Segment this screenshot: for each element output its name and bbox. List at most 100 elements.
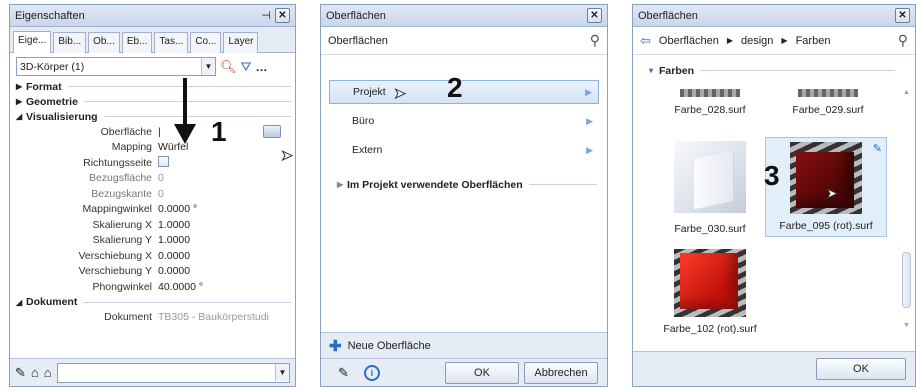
info-icon[interactable]: i <box>363 364 380 381</box>
nav-item-label: Projekt <box>353 86 386 98</box>
surfaces-root-heading: Oberflächen <box>328 34 388 47</box>
prop-value[interactable]: 0.0000 <box>158 265 295 277</box>
nav-item-buero[interactable]: Büro ▶ <box>329 109 599 133</box>
tab-connect[interactable]: Co... <box>190 32 222 53</box>
tab-tasks[interactable]: Tas... <box>154 32 189 53</box>
surface-tile[interactable]: Farbe_030.surf <box>655 141 765 235</box>
save-favorite-icon[interactable]: ⌂ <box>44 365 52 380</box>
properties-title: Eigenschaften <box>15 9 85 22</box>
surfaces-root-header: Oberflächen ⚲ <box>321 27 607 55</box>
scrollbar[interactable]: ▲ ▼ <box>902 89 911 339</box>
annotation-number-1: 1 <box>211 116 227 147</box>
prop-value[interactable]: 0.0000 ° <box>158 203 295 215</box>
breadcrumb-item[interactable]: Farben <box>796 35 890 47</box>
surface-tile[interactable]: Farbe_029.surf <box>773 89 883 116</box>
chevron-right-icon: ▶ <box>586 144 593 155</box>
expand-icon: ▶ <box>16 82 23 91</box>
section-geometrie[interactable]: ▶ Geometrie <box>10 94 295 109</box>
tab-ebenen[interactable]: Eb... <box>121 32 153 53</box>
section-used-surfaces-label: Im Projekt verwendete Oberflächen <box>347 178 523 191</box>
prop-label: Bezugsfläche <box>88 172 152 185</box>
surface-picker-button[interactable] <box>263 125 281 139</box>
search-icon[interactable]: ⚲ <box>898 32 908 49</box>
prop-value[interactable]: 1.0000 <box>158 234 295 246</box>
prop-row-richtungsseite[interactable]: Richtungsseite <box>10 155 295 171</box>
breadcrumb-item[interactable]: Oberflächen <box>659 35 719 47</box>
prop-row-mappingwinkel[interactable]: Mappingwinkel 0.0000 ° <box>10 202 295 218</box>
chevron-down-icon[interactable]: ▼ <box>275 364 289 381</box>
prop-value[interactable]: 40.0000 ° <box>158 281 295 293</box>
scrollbar-thumb[interactable] <box>902 252 911 308</box>
chevron-right-icon: ▶ <box>585 86 592 97</box>
plus-icon: ✚ <box>329 337 342 355</box>
prop-row-verschiebung-y[interactable]: Verschiebung Y 0.0000 <box>10 264 295 280</box>
cancel-button[interactable]: Abbrechen <box>524 361 598 384</box>
close-icon[interactable]: ✕ <box>895 8 910 23</box>
richtungsseite-checkbox[interactable] <box>158 155 169 167</box>
edit-pencil-icon[interactable]: ✎ <box>873 142 882 155</box>
load-favorite-icon[interactable]: ⌂ <box>31 365 39 380</box>
prop-row-mapping[interactable]: Mapping Würfel <box>10 140 295 156</box>
surfaces-root-title: Oberflächen <box>326 9 386 22</box>
prop-row-dokument[interactable]: Dokument TB305 - Baukörperstudi <box>10 310 295 326</box>
new-surface-bar[interactable]: ✚ Neue Oberfläche <box>321 332 607 358</box>
group-farben[interactable]: ▾ Farben <box>643 63 899 78</box>
surface-tile[interactable]: Farbe_028.surf <box>655 89 765 116</box>
prop-row-verschiebung-x[interactable]: Verschiebung X 0.0000 <box>10 248 295 264</box>
surface-tile[interactable]: Farbe_102 (rot).surf <box>655 249 765 335</box>
prop-row-phongwinkel[interactable]: Phongwinkel 40.0000 ° <box>10 279 295 295</box>
close-icon[interactable]: ✕ <box>587 8 602 23</box>
prop-row-skalierung-x[interactable]: Skalierung X 1.0000 <box>10 217 295 233</box>
properties-tabs: Eige... Bib... Ob... Eb... Tas... Co... … <box>10 27 295 53</box>
pin-icon[interactable]: ⊣ <box>261 9 271 22</box>
prop-row-bezugskante[interactable]: Bezugskante 0 <box>10 186 295 202</box>
tab-bibliothek[interactable]: Bib... <box>53 32 87 53</box>
tab-layer[interactable]: Layer <box>223 32 259 53</box>
surface-thumbnail <box>680 89 740 97</box>
expand-icon: ▶ <box>16 97 23 106</box>
prop-label: Verschiebung Y <box>78 265 152 278</box>
prop-value[interactable]: 1.0000 <box>158 219 295 231</box>
section-used-surfaces[interactable]: ▶ Im Projekt verwendete Oberflächen <box>331 177 601 192</box>
scroll-down-icon[interactable]: ▼ <box>902 322 911 329</box>
nav-item-projekt[interactable]: Projekt ▶ <box>329 80 599 104</box>
properties-panel: Eigenschaften ⊣ ✕ Eige... Bib... Ob... E… <box>9 4 296 387</box>
surfaces-farben-title: Oberflächen <box>638 9 698 22</box>
object-select[interactable]: 3D-Körper (1) ▼ <box>16 57 216 76</box>
section-dokument[interactable]: ◢ Dokument <box>10 295 295 310</box>
ok-button[interactable]: OK <box>445 361 519 384</box>
filter-icon[interactable]: ⛛ <box>241 59 252 75</box>
prop-label: Bezugskante <box>91 187 152 200</box>
section-geometrie-label: Geometrie <box>26 95 78 108</box>
prop-label: Oberfläche <box>100 125 152 138</box>
more-icon[interactable]: … <box>255 60 267 74</box>
tab-objekte[interactable]: Ob... <box>88 32 120 53</box>
section-format[interactable]: ▶ Format <box>10 79 295 94</box>
prop-label: Mapping <box>111 141 152 154</box>
nav-item-extern[interactable]: Extern ▶ <box>329 138 599 162</box>
pipette-icon[interactable]: ✎ <box>15 365 26 381</box>
prop-value[interactable]: 0 <box>158 172 295 184</box>
ok-button[interactable]: OK <box>816 358 906 380</box>
favorite-select[interactable]: ▼ <box>56 362 290 383</box>
back-arrow-icon[interactable]: ⇦ <box>640 33 651 49</box>
breadcrumb-separator-icon: ▶ <box>781 36 788 45</box>
breadcrumb-item[interactable]: design <box>741 35 773 47</box>
prop-value[interactable]: 0.0000 <box>158 250 295 262</box>
prop-label: Richtungsseite <box>83 156 152 169</box>
close-icon[interactable]: ✕ <box>275 8 290 23</box>
prop-row-bezugsflaeche[interactable]: Bezugsfläche 0 <box>10 171 295 187</box>
chevron-down-icon[interactable]: ▼ <box>201 58 215 75</box>
prop-value[interactable]: 0 <box>158 188 295 200</box>
collapse-icon: ◢ <box>16 297 23 307</box>
pipette-icon[interactable]: ✎ <box>338 365 349 381</box>
zoom-select-icon[interactable]: 🔍︎ <box>220 59 237 75</box>
section-visualisierung[interactable]: ◢ Visualisierung <box>10 109 295 124</box>
annotation-number-2: 2 <box>447 72 463 103</box>
tab-eigenschaften[interactable]: Eige... <box>13 31 52 53</box>
search-icon[interactable]: ⚲ <box>590 32 600 49</box>
prop-row-oberflaeche[interactable]: Oberfläche | <box>10 124 295 140</box>
mouse-cursor: ➤ <box>281 147 294 164</box>
scroll-up-icon[interactable]: ▲ <box>902 89 911 96</box>
prop-row-skalierung-y[interactable]: Skalierung Y 1.0000 <box>10 233 295 249</box>
